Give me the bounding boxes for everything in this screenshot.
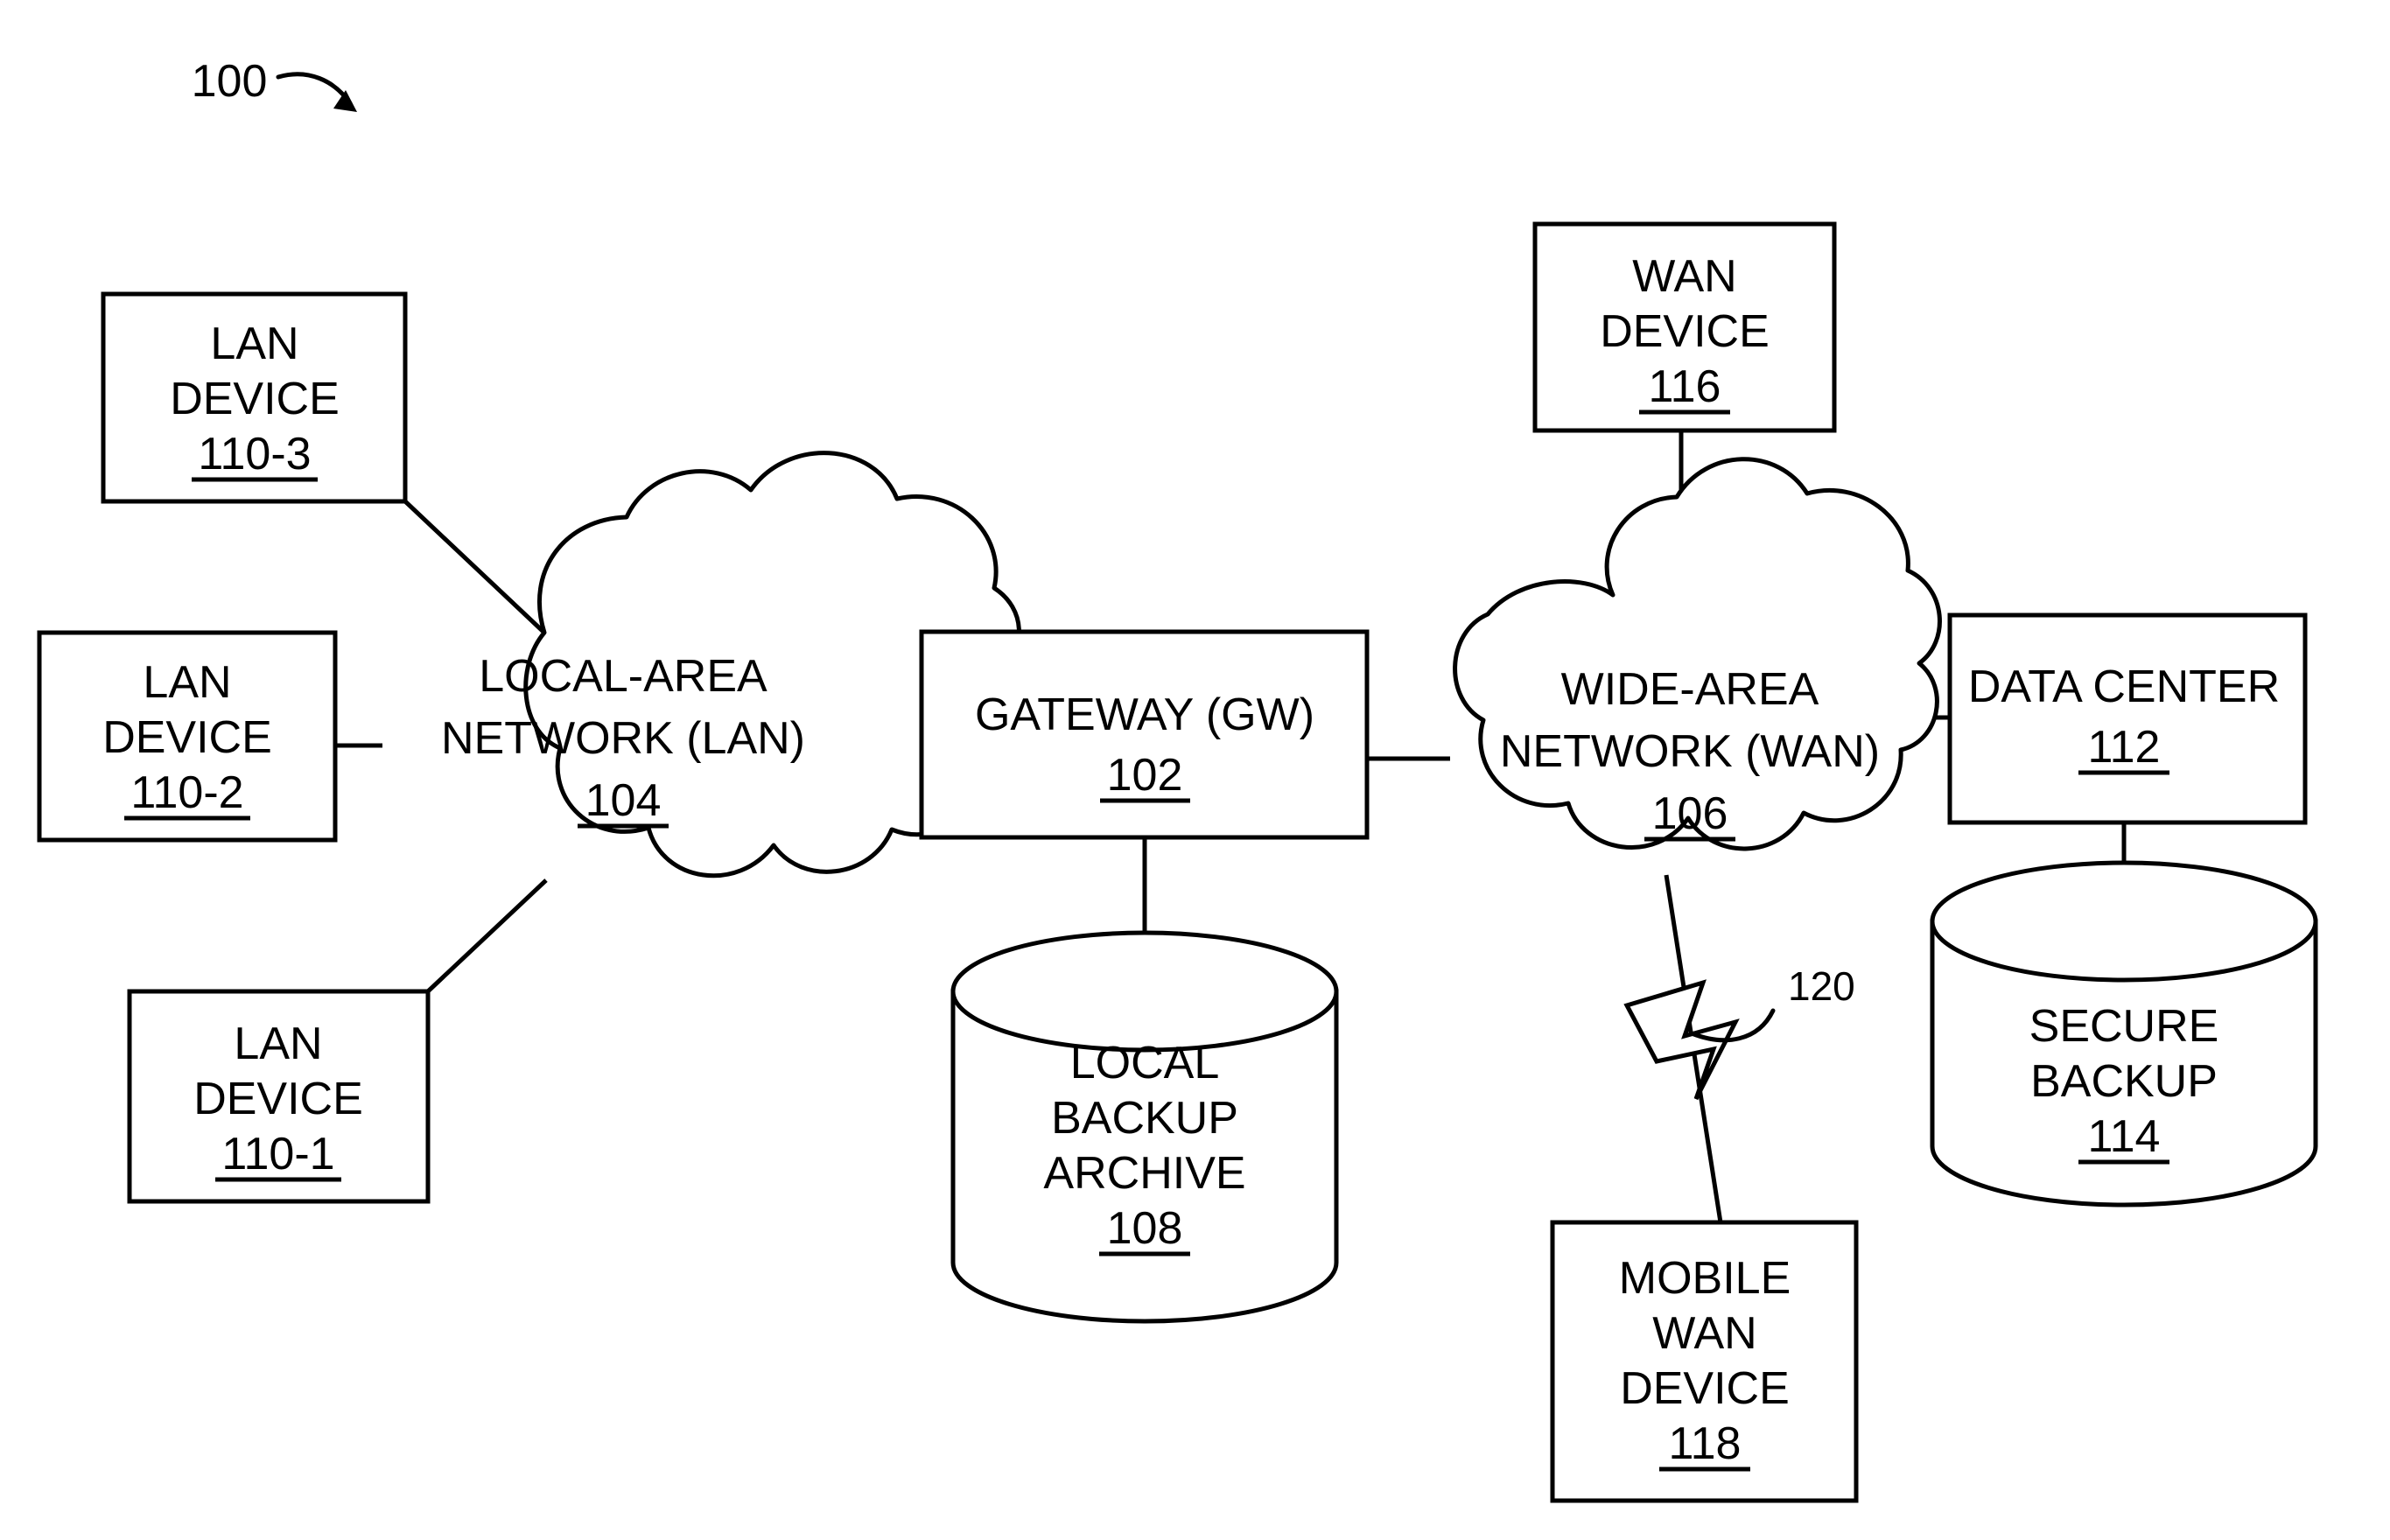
secure-backup-line-1: SECURE: [2029, 1001, 2219, 1052]
wireless-link-group: 120: [1623, 963, 1855, 1101]
wan-device-ref: 116: [1649, 361, 1721, 412]
lan-device-1-line-2: DEVICE: [193, 1074, 363, 1124]
lan-cloud-ref: 104: [585, 775, 662, 826]
mobile-wan-device-line-2: WAN: [1652, 1308, 1756, 1359]
node-secure-backup[interactable]: SECURE BACKUP 114: [1930, 860, 2318, 1208]
lan-device-3-ref: 110-3: [198, 429, 311, 480]
curved-arrow-icon: [276, 72, 353, 106]
lan-device-2-ref: 110-2: [130, 767, 243, 818]
local-backup-archive-cylinder-top: [950, 930, 1339, 1053]
lan-device-3-line-2: DEVICE: [170, 374, 340, 424]
curved-arrow-head-icon: [333, 90, 357, 112]
node-lan-device-110-2[interactable]: LAN DEVICE 110-2: [37, 630, 338, 843]
gateway-ref: 102: [1107, 750, 1183, 801]
figure-number-group: 100: [192, 56, 357, 112]
node-mobile-wan-device[interactable]: MOBILE WAN DEVICE 118: [1550, 1220, 1859, 1503]
local-backup-archive-line-3: ARCHIVE: [1043, 1148, 1245, 1199]
node-local-backup-archive[interactable]: LOCAL BACKUP ARCHIVE 108: [950, 930, 1339, 1324]
mobile-wan-device-ref: 118: [1669, 1418, 1742, 1469]
callout-label-120: 120: [1788, 963, 1855, 1009]
wan-cloud-line-2: NETWORK (WAN): [1500, 726, 1880, 777]
data-center-box[interactable]: [1947, 612, 2308, 825]
lan-device-1-ref: 110-1: [221, 1129, 334, 1180]
node-wan-device[interactable]: WAN DEVICE 116: [1532, 221, 1837, 433]
local-backup-archive-line-1: LOCAL: [1070, 1038, 1220, 1088]
data-center-ref: 112: [2088, 722, 2161, 773]
wan-device-line-1: WAN: [1632, 251, 1736, 302]
connector-lan-device-3-to-lan-cloud: [403, 500, 546, 634]
wan-cloud-line-1: WIDE-AREA: [1561, 664, 1819, 715]
node-wan-cloud[interactable]: WIDE-AREA NETWORK (WAN) 106: [1453, 457, 1942, 851]
secure-backup-cylinder-top: [1930, 860, 2318, 983]
wan-device-line-2: DEVICE: [1600, 306, 1770, 357]
lan-cloud-line-2: NETWORK (LAN): [441, 713, 805, 764]
mobile-wan-device-line-3: DEVICE: [1620, 1363, 1790, 1414]
local-backup-archive-line-2: BACKUP: [1051, 1093, 1238, 1144]
lan-device-3-line-1: LAN: [210, 318, 298, 369]
mobile-wan-device-line-1: MOBILE: [1619, 1253, 1791, 1304]
node-data-center[interactable]: DATA CENTER 112: [1947, 612, 2308, 825]
network-architecture-diagram: 100 120 LAN DEVICE 110-3 LAN DEVICE 110-…: [37, 56, 2318, 1503]
node-gateway[interactable]: GATEWAY (GW) 102: [919, 629, 1370, 840]
lan-device-2-line-2: DEVICE: [102, 712, 272, 763]
secure-backup-line-2: BACKUP: [2030, 1056, 2218, 1107]
node-lan-device-110-3[interactable]: LAN DEVICE 110-3: [101, 291, 408, 504]
lan-device-1-line-1: LAN: [234, 1018, 322, 1069]
gateway-line-1: GATEWAY (GW): [975, 690, 1314, 740]
patent-figure: 100 120 LAN DEVICE 110-3 LAN DEVICE 110-…: [0, 0, 2390, 1540]
connector-lan-device-1-to-lan-cloud: [426, 878, 548, 993]
figure-number: 100: [192, 56, 268, 107]
wan-cloud-ref: 106: [1652, 788, 1728, 839]
node-lan-device-110-1[interactable]: LAN DEVICE 110-1: [127, 989, 431, 1204]
data-center-line-1: DATA CENTER: [1968, 662, 2280, 712]
lan-cloud-line-1: LOCAL-AREA: [479, 651, 767, 702]
secure-backup-ref: 114: [2088, 1111, 2161, 1162]
lan-device-2-line-1: LAN: [143, 657, 231, 708]
local-backup-archive-ref: 108: [1107, 1203, 1183, 1254]
